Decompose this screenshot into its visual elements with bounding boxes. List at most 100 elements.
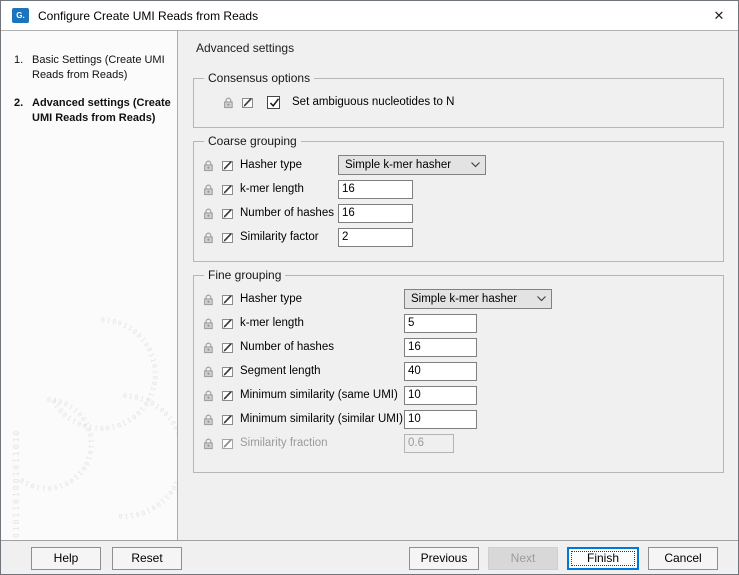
coarse-similarity-factor-row: Similarity factor bbox=[202, 225, 715, 249]
edit-pencil-icon[interactable] bbox=[221, 317, 234, 330]
lock-icon bbox=[222, 96, 235, 109]
step-advanced-settings: 2. Advanced settings (Create UMI Reads f… bbox=[14, 96, 171, 126]
edit-pencil-icon[interactable] bbox=[221, 341, 234, 354]
fine-segment-length-input[interactable] bbox=[404, 361, 477, 381]
previous-button[interactable]: Previous bbox=[409, 546, 479, 570]
wizard-sidebar: 1. Basic Settings (Create UMI Reads from… bbox=[1, 31, 178, 540]
close-icon: ✕ bbox=[713, 7, 725, 23]
step-number: 1. bbox=[14, 54, 24, 66]
field-label: Minimum similarity (same UMI) bbox=[240, 389, 398, 401]
fine-segment-length-row: Segment length bbox=[202, 359, 715, 383]
field-label: Hasher type bbox=[240, 293, 303, 305]
selected-value: Simple k-mer hasher bbox=[411, 293, 518, 305]
watermark-text: 0100110010011010011001001101001100110010 bbox=[49, 316, 159, 432]
fine-number-of-hashes-input[interactable] bbox=[404, 337, 477, 357]
fine-min-similarity-similar-umi-row: Minimum similarity (similar UMI) bbox=[202, 407, 715, 431]
lock-icon bbox=[202, 231, 215, 244]
page-title: Advanced settings bbox=[196, 41, 295, 55]
lock-icon bbox=[202, 183, 215, 196]
edit-pencil-icon[interactable] bbox=[221, 159, 234, 172]
fine-similarity-fraction-input bbox=[404, 433, 454, 453]
fine-min-similarity-similar-umi-input[interactable] bbox=[404, 409, 477, 429]
coarse-similarity-factor-input[interactable] bbox=[338, 227, 413, 247]
footer-left-buttons: Help Reset bbox=[31, 546, 182, 570]
coarse-kmer-length-input[interactable] bbox=[338, 179, 413, 199]
watermark-text: 01001100100110100110010011010 bbox=[17, 396, 95, 492]
field-label: Similarity fraction bbox=[240, 437, 328, 449]
close-button[interactable]: ✕ bbox=[700, 1, 738, 30]
lock-icon bbox=[202, 207, 215, 220]
group-consensus-options: Consensus options Set ambiguous nucleoti… bbox=[193, 71, 724, 128]
step-label: Advanced settings (Create UMI Reads from… bbox=[32, 97, 171, 124]
coarse-kmer-length-row: k-mer length bbox=[202, 177, 715, 201]
lock-icon bbox=[202, 293, 215, 306]
lock-icon bbox=[202, 341, 215, 354]
ambiguous-nucleotides-row: Set ambiguous nucleotides to N bbox=[202, 90, 715, 114]
window-title: Configure Create UMI Reads from Reads bbox=[38, 8, 259, 23]
watermark-text: 0101101001001100101101001100100110 bbox=[117, 392, 177, 520]
lock-icon bbox=[202, 413, 215, 426]
group-title: Coarse grouping bbox=[208, 134, 297, 148]
ambiguous-nucleotides-checkbox[interactable] bbox=[267, 95, 280, 109]
group-title: Consensus options bbox=[208, 71, 311, 85]
finish-button[interactable]: Finish bbox=[567, 546, 639, 570]
coarse-number-of-hashes-input[interactable] bbox=[338, 203, 413, 223]
lock-icon bbox=[202, 159, 215, 172]
checkmark-icon bbox=[269, 97, 280, 107]
help-button[interactable]: Help bbox=[31, 546, 101, 570]
fine-hasher-type-select[interactable]: Simple k-mer hasher bbox=[404, 289, 552, 309]
next-button: Next bbox=[488, 546, 558, 570]
lock-icon bbox=[202, 317, 215, 330]
field-label: Number of hashes bbox=[240, 207, 334, 219]
field-label: k-mer length bbox=[240, 183, 304, 195]
configure-dialog-window: G. Configure Create UMI Reads from Reads… bbox=[0, 0, 739, 575]
dialog-body: 1. Basic Settings (Create UMI Reads from… bbox=[1, 30, 738, 540]
edit-pencil-icon[interactable] bbox=[221, 413, 234, 426]
coarse-hasher-type-row: Hasher type Simple k-mer hasher bbox=[202, 153, 715, 177]
cancel-button[interactable]: Cancel bbox=[648, 546, 718, 570]
lock-icon bbox=[202, 389, 215, 402]
reset-button[interactable]: Reset bbox=[112, 546, 182, 570]
edit-pencil-icon[interactable] bbox=[221, 207, 234, 220]
field-label: Segment length bbox=[240, 365, 321, 377]
field-label: Number of hashes bbox=[240, 341, 334, 353]
checkbox-label: Set ambiguous nucleotides to N bbox=[292, 96, 455, 108]
content-panel: Advanced settings Consensus options Set … bbox=[178, 31, 738, 540]
fine-similarity-fraction-row: Similarity fraction bbox=[202, 431, 715, 455]
field-label: Minimum similarity (similar UMI) bbox=[240, 413, 403, 425]
fine-kmer-length-input[interactable] bbox=[404, 313, 477, 333]
step-label: Basic Settings (Create UMI Reads from Re… bbox=[32, 54, 165, 81]
edit-pencil-icon[interactable] bbox=[241, 96, 254, 109]
lock-icon bbox=[202, 437, 215, 450]
fine-number-of-hashes-row: Number of hashes bbox=[202, 335, 715, 359]
footer-right-buttons: Previous Next Finish Cancel bbox=[409, 546, 718, 570]
edit-pencil-icon bbox=[221, 437, 234, 450]
coarse-number-of-hashes-row: Number of hashes bbox=[202, 201, 715, 225]
group-title: Fine grouping bbox=[208, 268, 282, 282]
edit-pencil-icon[interactable] bbox=[221, 183, 234, 196]
selected-value: Simple k-mer hasher bbox=[345, 159, 452, 171]
edit-pencil-icon[interactable] bbox=[221, 231, 234, 244]
edit-pencil-icon[interactable] bbox=[221, 389, 234, 402]
step-number: 2. bbox=[14, 97, 24, 109]
lock-icon bbox=[202, 365, 215, 378]
titlebar[interactable]: G. Configure Create UMI Reads from Reads… bbox=[1, 1, 738, 30]
fine-hasher-type-row: Hasher type Simple k-mer hasher bbox=[202, 287, 715, 311]
group-fine-grouping: Fine grouping Hasher type Simple k-mer h… bbox=[193, 268, 724, 473]
chevron-down-icon bbox=[471, 162, 480, 168]
field-label: Hasher type bbox=[240, 159, 303, 171]
field-label: k-mer length bbox=[240, 317, 304, 329]
fine-min-similarity-same-umi-input[interactable] bbox=[404, 385, 477, 405]
app-logo-icon: G. bbox=[12, 8, 29, 23]
edit-pencil-icon[interactable] bbox=[221, 293, 234, 306]
group-coarse-grouping: Coarse grouping Hasher type Simple k-mer… bbox=[193, 134, 724, 262]
binary-spiral-watermark: 0100110010011010011001001101001100110010… bbox=[12, 316, 177, 538]
chevron-down-icon bbox=[537, 296, 546, 302]
coarse-hasher-type-select[interactable]: Simple k-mer hasher bbox=[338, 155, 486, 175]
fine-min-similarity-same-umi-row: Minimum similarity (same UMI) bbox=[202, 383, 715, 407]
field-label: Similarity factor bbox=[240, 231, 319, 243]
dialog-footer: Help Reset Previous Next Finish Cancel bbox=[1, 540, 738, 574]
wizard-steps: 1. Basic Settings (Create UMI Reads from… bbox=[1, 31, 177, 126]
edit-pencil-icon[interactable] bbox=[221, 365, 234, 378]
fine-kmer-length-row: k-mer length bbox=[202, 311, 715, 335]
